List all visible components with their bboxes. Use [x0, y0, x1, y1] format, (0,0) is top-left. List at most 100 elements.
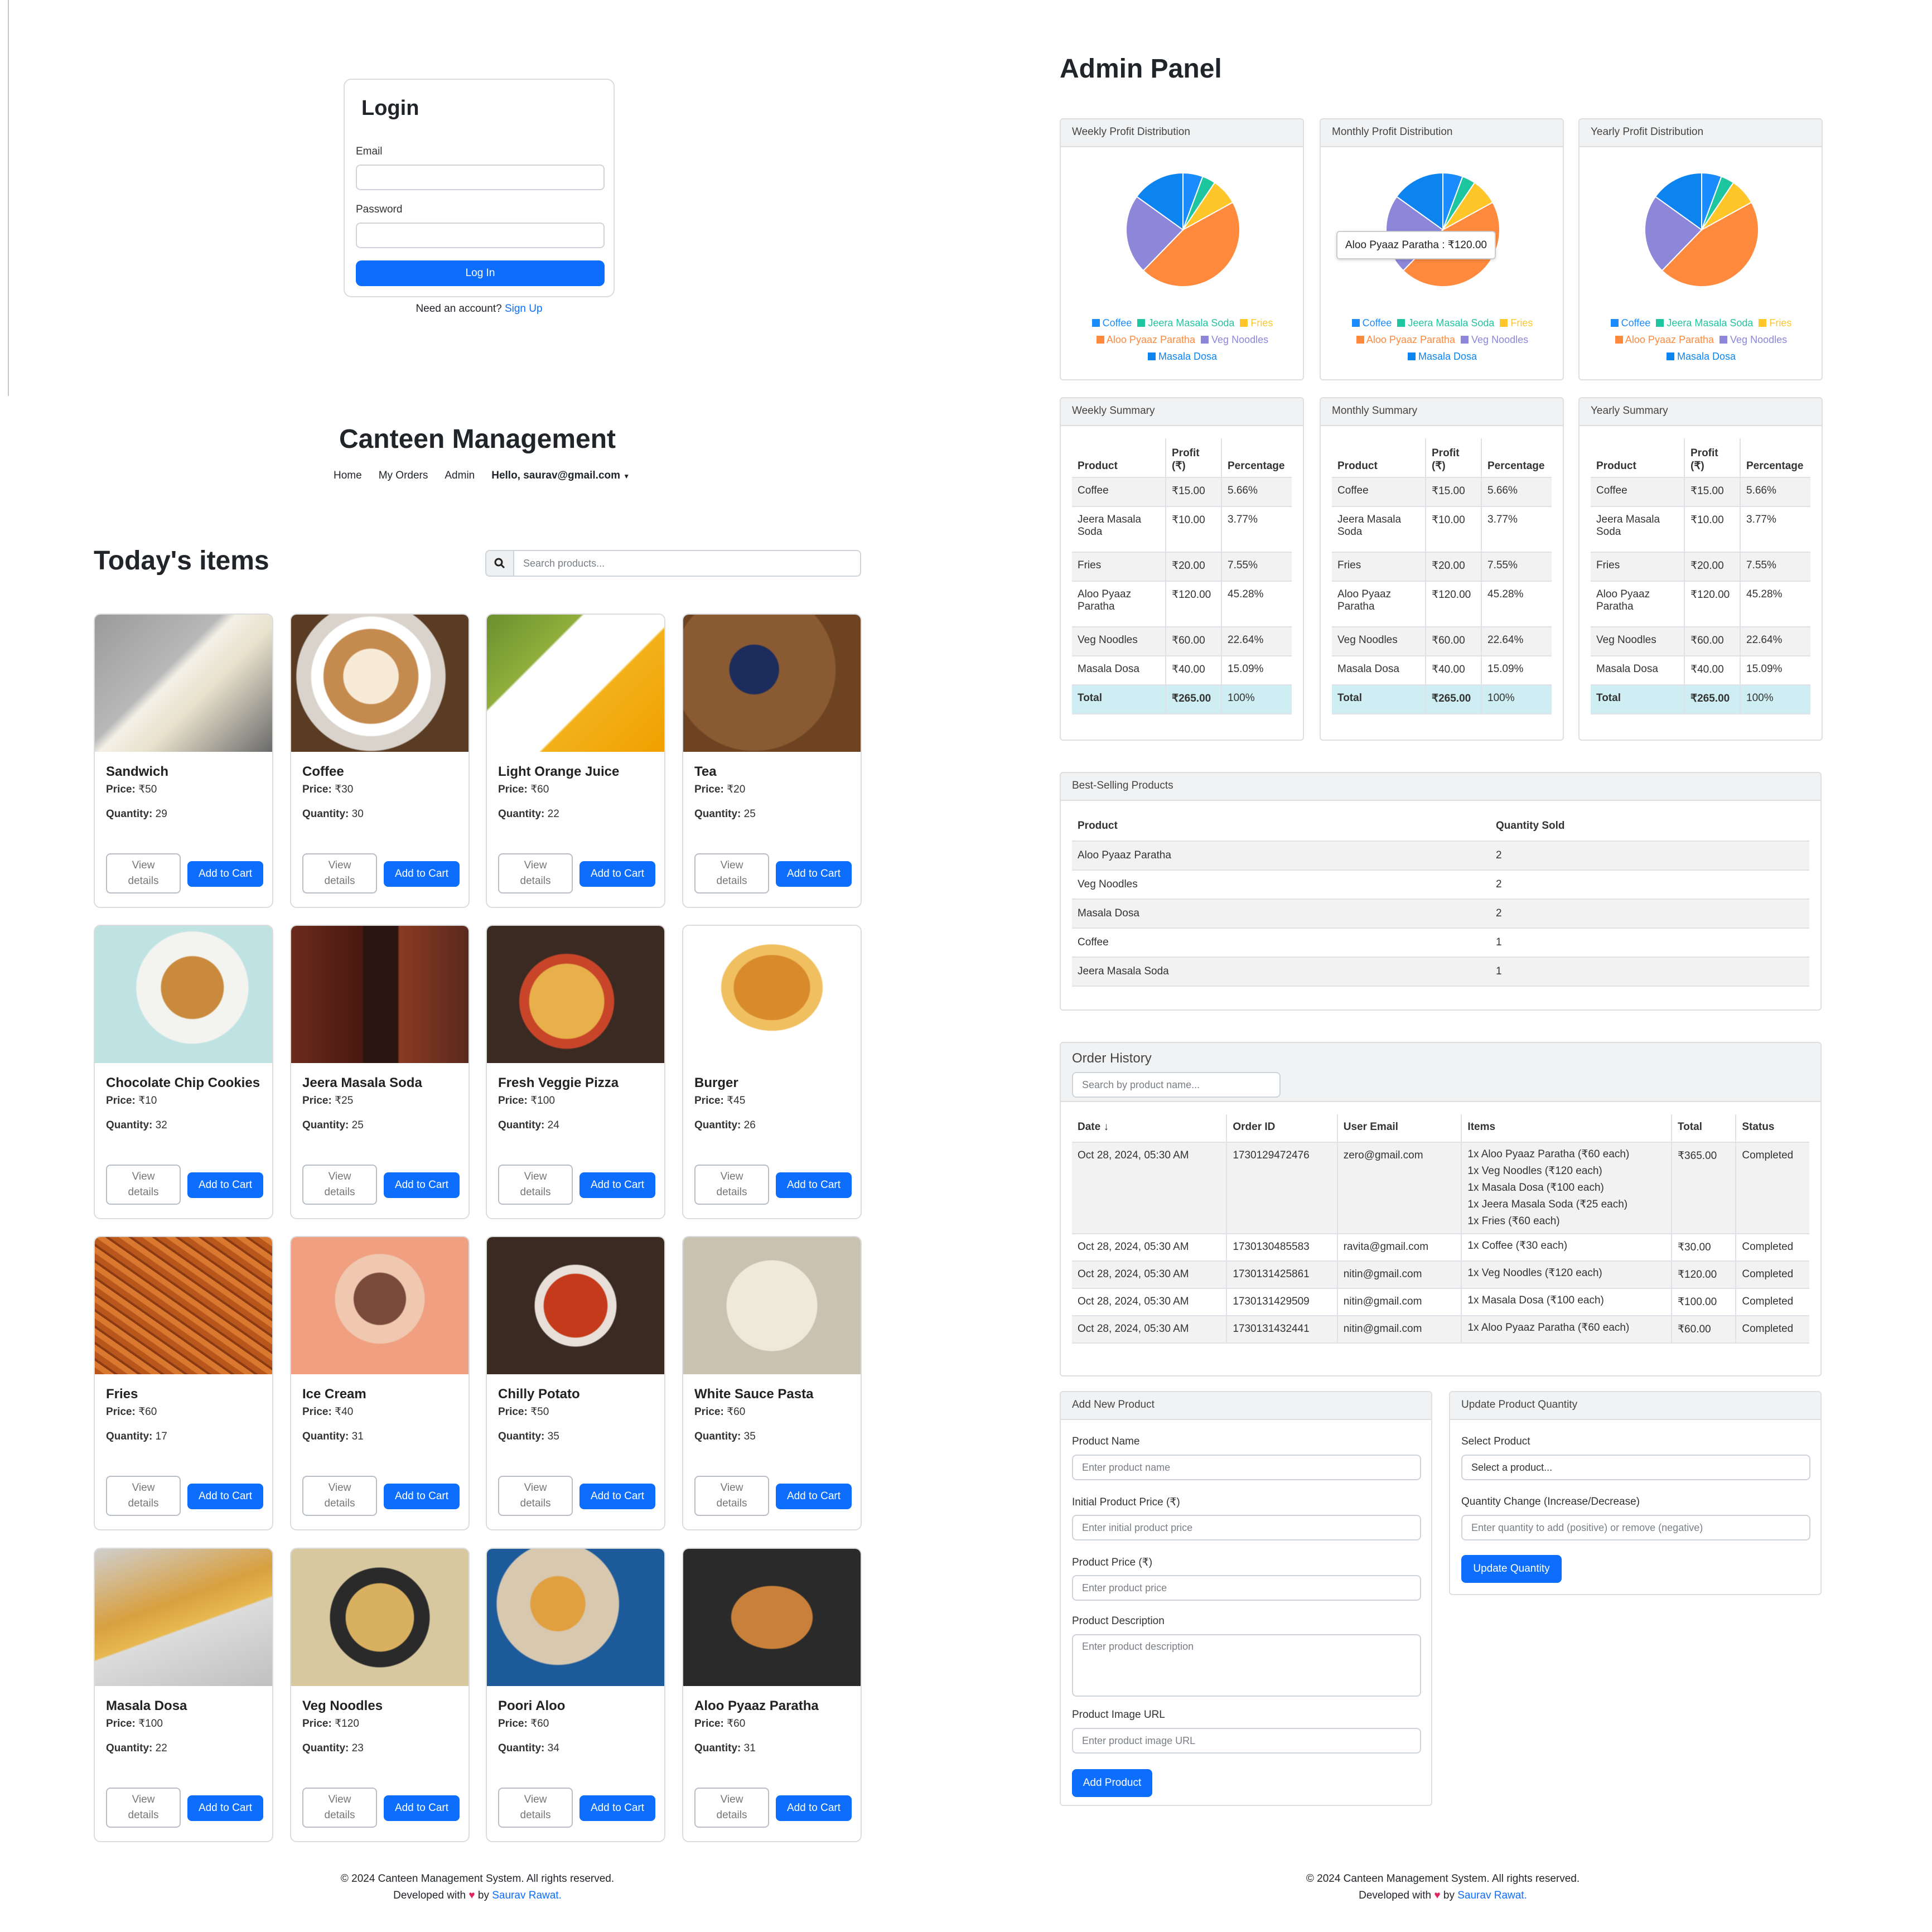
add-to-cart-button[interactable]: Add to Cart	[579, 1795, 655, 1821]
legend-item[interactable]: Jeera Masala Soda	[1656, 315, 1753, 331]
email-field[interactable]	[356, 165, 605, 190]
product-price: Price: ₹30	[302, 783, 468, 796]
add-to-cart-button[interactable]: Add to Cart	[579, 1484, 655, 1509]
legend-item[interactable]: Masala Dosa	[1407, 348, 1477, 365]
add-to-cart-button[interactable]: Add to Cart	[579, 1172, 655, 1198]
author-link[interactable]: Saurav Rawat.	[492, 1890, 562, 1901]
legend-swatch	[1407, 352, 1416, 360]
view-details-button[interactable]: View details	[106, 1788, 181, 1828]
footer-by: by	[477, 1890, 489, 1901]
summary-product: Veg Noodles	[1072, 627, 1166, 656]
user-menu[interactable]: Hello, saurav@gmail.com ▼	[491, 470, 630, 482]
product-name-input[interactable]: Enter product name	[1072, 1455, 1421, 1480]
order-header[interactable]: Date ↓	[1072, 1114, 1227, 1143]
add-to-cart-button[interactable]: Add to Cart	[776, 1172, 852, 1198]
summary-table: Product Profit (₹) Percentage Coffee ₹15…	[1072, 438, 1292, 714]
legend-item[interactable]: Coffee	[1091, 315, 1132, 331]
legend-item[interactable]: Aloo Pyaaz Paratha	[1356, 331, 1455, 348]
add-product-button[interactable]: Add Product	[1072, 1769, 1152, 1797]
best-header-quantity: Quantity Sold	[1490, 812, 1809, 842]
legend-item[interactable]: Jeera Masala Soda	[1397, 315, 1494, 331]
product-image-input[interactable]: Enter product image URL	[1072, 1728, 1421, 1754]
search-input[interactable]: Search products...	[514, 551, 605, 576]
legend-item[interactable]: Fries	[1240, 315, 1273, 331]
view-details-button[interactable]: View details	[302, 1165, 377, 1205]
product-search[interactable]: Search products...	[485, 550, 861, 577]
add-to-cart-button[interactable]: Add to Cart	[384, 861, 460, 887]
view-details-button[interactable]: View details	[106, 853, 181, 893]
select-product-dropdown[interactable]: Select a product...	[1461, 1455, 1810, 1480]
view-details-button[interactable]: View details	[106, 1476, 181, 1516]
view-details-button[interactable]: View details	[694, 1165, 769, 1205]
price-value: ₹100	[530, 1095, 555, 1107]
search-icon	[486, 551, 514, 576]
summary-profit: ₹120.00	[1165, 581, 1221, 627]
product-price-input[interactable]: Enter product price	[1072, 1575, 1421, 1601]
view-details-button[interactable]: View details	[498, 1788, 573, 1828]
best-selling-row: Coffee 1	[1072, 928, 1809, 958]
legend-item[interactable]: Veg Noodles	[1461, 331, 1528, 348]
add-to-cart-button[interactable]: Add to Cart	[579, 861, 655, 887]
nav-home[interactable]: Home	[334, 470, 362, 482]
price-value: ₹10	[138, 1095, 157, 1107]
update-quantity-button[interactable]: Update Quantity	[1461, 1555, 1562, 1583]
legend-label: Coffee	[1621, 317, 1651, 329]
add-to-cart-button[interactable]: Add to Cart	[384, 1795, 460, 1821]
legend-item[interactable]: Masala Dosa	[1147, 348, 1217, 365]
product-description-input[interactable]: Enter product description	[1072, 1634, 1421, 1697]
password-field[interactable]	[356, 223, 605, 248]
legend-item[interactable]: Veg Noodles	[1720, 331, 1787, 348]
legend-label: Masala Dosa	[1418, 351, 1477, 362]
add-to-cart-button[interactable]: Add to Cart	[776, 1484, 852, 1509]
add-to-cart-button[interactable]: Add to Cart	[187, 861, 263, 887]
legend-item[interactable]: Coffee	[1610, 315, 1651, 331]
orange-juice-image	[487, 615, 664, 752]
add-to-cart-button[interactable]: Add to Cart	[776, 861, 852, 887]
summary-row: Coffee ₹15.00 5.66%	[1072, 477, 1292, 507]
summary-row: Veg Noodles ₹60.00 22.64%	[1332, 627, 1552, 656]
summary-profit: ₹10.00	[1425, 506, 1481, 553]
view-details-button[interactable]: View details	[498, 1476, 573, 1516]
order-header: Total	[1670, 1114, 1736, 1143]
view-details-button[interactable]: View details	[498, 853, 573, 893]
legend-item[interactable]: Aloo Pyaaz Paratha	[1096, 331, 1195, 348]
initial-price-input[interactable]: Enter initial product price	[1072, 1515, 1421, 1540]
summary-header-product: Product	[1591, 438, 1684, 478]
add-to-cart-button[interactable]: Add to Cart	[187, 1795, 263, 1821]
view-details-button[interactable]: View details	[498, 1165, 573, 1205]
product-price-label: Product Price (₹)	[1072, 1557, 1153, 1568]
summary-title: Yearly Summary	[1580, 398, 1822, 426]
legend-item[interactable]: Coffee	[1351, 315, 1392, 331]
view-details-button[interactable]: View details	[694, 1788, 769, 1828]
legend-item[interactable]: Masala Dosa	[1666, 348, 1736, 365]
legend-item[interactable]: Fries	[1759, 315, 1791, 331]
view-details-button[interactable]: View details	[302, 1788, 377, 1828]
order-search-input[interactable]: Search by product name...	[1072, 1072, 1281, 1098]
nav-my-orders[interactable]: My Orders	[379, 470, 428, 482]
order-header: Items	[1461, 1114, 1672, 1143]
author-link[interactable]: Saurav Rawat.	[1457, 1890, 1527, 1901]
view-details-button[interactable]: View details	[302, 1476, 377, 1516]
order-history-title: Order History	[1072, 1051, 1152, 1066]
add-to-cart-button[interactable]: Add to Cart	[384, 1172, 460, 1198]
legend-item[interactable]: Fries	[1500, 315, 1533, 331]
login-button[interactable]: Log In	[356, 260, 605, 286]
legend-item[interactable]: Veg Noodles	[1201, 331, 1268, 348]
price-label: Price:	[106, 1406, 136, 1418]
signup-link[interactable]: Sign Up	[505, 303, 543, 315]
legend-item[interactable]: Jeera Masala Soda	[1137, 315, 1234, 331]
summary-profit: ₹20.00	[1165, 552, 1221, 582]
login-title: Login	[361, 96, 419, 120]
quantity-label: Quantity:	[498, 1431, 545, 1442]
view-details-button[interactable]: View details	[694, 1476, 769, 1516]
add-to-cart-button[interactable]: Add to Cart	[776, 1795, 852, 1821]
add-to-cart-button[interactable]: Add to Cart	[187, 1484, 263, 1509]
add-to-cart-button[interactable]: Add to Cart	[187, 1172, 263, 1198]
nav-admin[interactable]: Admin	[445, 470, 475, 482]
legend-item[interactable]: Aloo Pyaaz Paratha	[1615, 331, 1714, 348]
add-to-cart-button[interactable]: Add to Cart	[384, 1484, 460, 1509]
quantity-change-input[interactable]: Enter quantity to add (positive) or remo…	[1461, 1515, 1810, 1540]
view-details-button[interactable]: View details	[302, 853, 377, 893]
view-details-button[interactable]: View details	[106, 1165, 181, 1205]
view-details-button[interactable]: View details	[694, 853, 769, 893]
